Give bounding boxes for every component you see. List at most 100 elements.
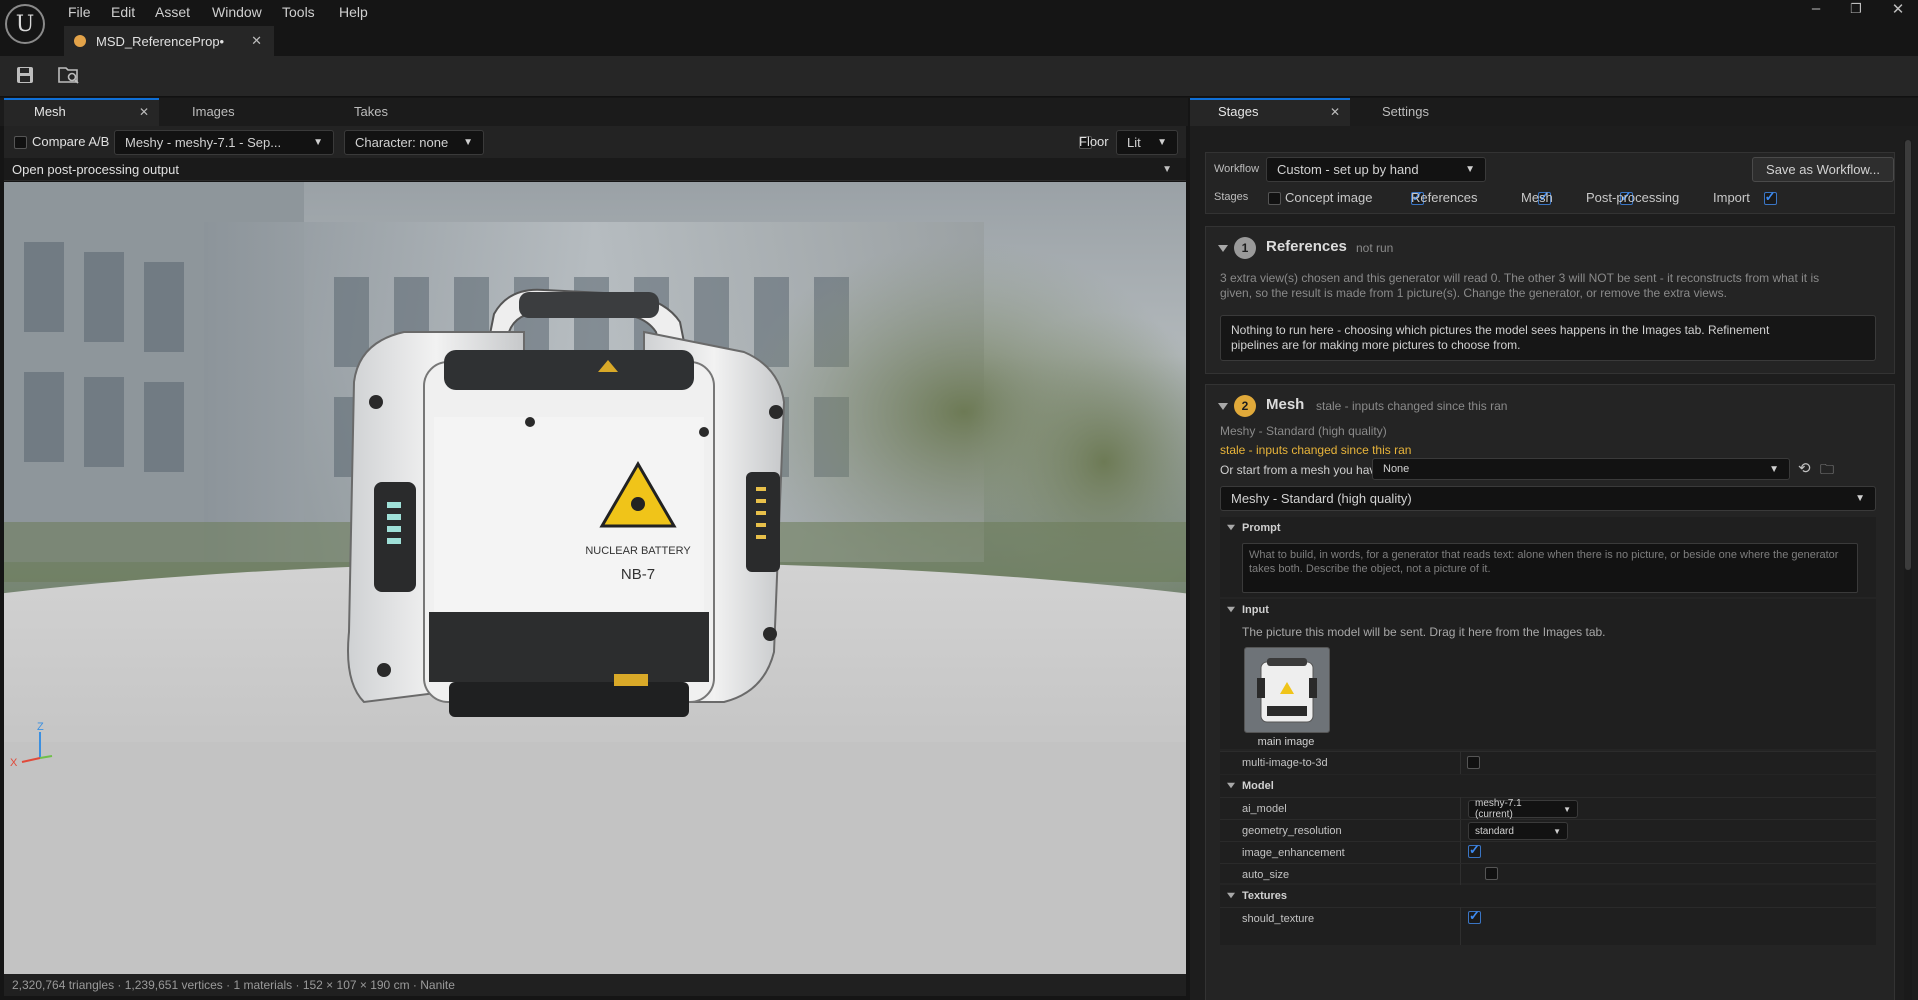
- menu-tools[interactable]: Tools: [276, 2, 321, 22]
- character-dropdown[interactable]: Character: none ▼: [344, 130, 484, 155]
- compare-label: Compare A/B: [32, 134, 110, 149]
- document-tab-label: MSD_ReferenceProp•: [96, 33, 225, 49]
- tab-settings[interactable]: Settings: [1368, 98, 1443, 126]
- document-tab[interactable]: MSD_ReferenceProp• ✕: [64, 26, 274, 56]
- lit-dropdown-value: Lit: [1127, 135, 1141, 150]
- stage-number-badge: 1: [1234, 237, 1256, 259]
- column-divider: [1460, 907, 1461, 945]
- collapse-triangle-icon[interactable]: [1227, 782, 1235, 789]
- references-note-line: Nothing to run here - choosing which pic…: [1231, 323, 1770, 337]
- multi-image-row: multi-image-to-3d: [1220, 751, 1876, 774]
- references-status: not run: [1356, 241, 1394, 255]
- tab-stages[interactable]: Stages ✕: [1190, 98, 1350, 126]
- input-header: Input: [1242, 604, 1269, 616]
- axis-x-label: X: [10, 757, 18, 769]
- geometry-resolution-value: standard: [1475, 825, 1514, 837]
- image-enhancement-label: image_enhancement: [1242, 847, 1345, 859]
- viewport-options-bar: Compare A/B Meshy - meshy-7.1 - Sep... ▼…: [4, 126, 1186, 158]
- input-group: Input The picture this model will be sen…: [1220, 599, 1876, 749]
- browse-asset-icon[interactable]: [58, 64, 80, 86]
- chevron-down-icon: ▼: [1162, 163, 1172, 175]
- menu-asset[interactable]: Asset: [149, 2, 196, 22]
- references-note: Nothing to run here - choosing which pic…: [1220, 315, 1876, 361]
- collapse-triangle-icon[interactable]: [1218, 245, 1228, 252]
- workflow-section: Workflow Custom - set up by hand ▼ Save …: [1205, 152, 1895, 214]
- mesh-generator-dropdown[interactable]: Meshy - Standard (high quality) ▼: [1220, 486, 1876, 511]
- geometry-resolution-label: geometry_resolution: [1242, 825, 1342, 837]
- 3d-viewport[interactable]: NUCLEAR BATTERY NB-7 Z X: [4, 182, 1186, 974]
- collapse-triangle-icon[interactable]: [1227, 524, 1235, 531]
- auto-size-checkbox[interactable]: [1484, 867, 1498, 880]
- start-mesh-dropdown[interactable]: None ▼: [1372, 458, 1790, 480]
- ai-model-value: meshy-7.1 (current): [1475, 798, 1522, 820]
- post-processing-output-bar[interactable]: Open post-processing output ▼: [4, 158, 1186, 181]
- should-texture-checkbox[interactable]: [1468, 908, 1481, 924]
- viewport-scene: NUCLEAR BATTERY NB-7 Z X: [4, 182, 1186, 974]
- close-tab-icon[interactable]: ✕: [1330, 100, 1340, 124]
- main-image-thumbnail[interactable]: [1244, 647, 1330, 733]
- character-dropdown-value: Character: none: [355, 135, 449, 150]
- multi-image-checkbox[interactable]: [1467, 756, 1480, 769]
- tab-takes[interactable]: Takes: [340, 98, 402, 126]
- mesh-stage: 2 Mesh stale - inputs changed since this…: [1205, 384, 1895, 1000]
- menu-window[interactable]: Window: [206, 2, 268, 22]
- tab-stages-label: Stages: [1218, 104, 1259, 119]
- references-stage: 1 References not run 3 extra view(s) cho…: [1205, 226, 1895, 374]
- image-enhancement-checkbox[interactable]: [1468, 842, 1481, 858]
- unreal-logo-icon[interactable]: U: [5, 4, 45, 44]
- menu-edit[interactable]: Edit: [105, 2, 141, 22]
- save-icon[interactable]: [14, 64, 36, 86]
- browse-mesh-icon[interactable]: 🗀: [1820, 459, 1834, 483]
- row-divider: [1220, 841, 1876, 842]
- prompt-group: Prompt What to build, in words, for a ge…: [1220, 517, 1876, 597]
- thumbnail-image: [1245, 648, 1329, 732]
- close-tab-icon[interactable]: ✕: [139, 100, 149, 124]
- mesh-title: Mesh: [1266, 396, 1305, 413]
- lit-dropdown[interactable]: Lit ▼: [1116, 130, 1178, 155]
- import-label: Import: [1713, 190, 1750, 205]
- model-dropdown[interactable]: Meshy - meshy-7.1 - Sep... ▼: [114, 130, 334, 155]
- ai-model-dropdown[interactable]: meshy-7.1 (current) ▼: [1468, 798, 1578, 820]
- mesh-label: Mesh: [1521, 190, 1553, 205]
- menu-file[interactable]: File: [62, 2, 97, 22]
- auto-size-label: auto_size: [1242, 869, 1290, 881]
- chevron-down-icon: ▼: [1553, 826, 1561, 836]
- collapse-triangle-icon[interactable]: [1227, 892, 1235, 899]
- toolbar: [0, 56, 1918, 97]
- collapse-triangle-icon[interactable]: [1218, 403, 1228, 410]
- collapse-triangle-icon[interactable]: [1227, 606, 1235, 613]
- tab-mesh[interactable]: Mesh ✕: [4, 98, 159, 126]
- textures-header: Textures: [1242, 890, 1288, 902]
- textures-group: Textures should_texture: [1220, 885, 1876, 945]
- close-tab-icon[interactable]: ✕: [251, 33, 262, 49]
- prop-code-text: NB-7: [621, 566, 655, 583]
- references-label: References: [1411, 190, 1478, 205]
- compare-checkbox[interactable]: [14, 136, 27, 149]
- viewport-tab-bar: Mesh ✕ Images Takes: [0, 98, 1188, 126]
- stage-number-badge: 2: [1234, 395, 1256, 417]
- column-divider: [1460, 752, 1461, 774]
- restore-icon[interactable]: ❐: [1836, 1, 1876, 17]
- model-dropdown-value: Meshy - meshy-7.1 - Sep...: [125, 135, 282, 150]
- menu-help[interactable]: Help: [333, 2, 374, 22]
- save-as-workflow-button[interactable]: Save as Workflow...: [1752, 157, 1894, 182]
- scrollbar-track[interactable]: [1904, 140, 1912, 1000]
- post-processing-label: Post-processing: [1586, 190, 1680, 205]
- tab-images[interactable]: Images: [178, 98, 249, 126]
- stages-panel: Workflow Custom - set up by hand ▼ Save …: [1190, 126, 1918, 1000]
- scrollbar-thumb[interactable]: [1905, 140, 1911, 570]
- geometry-resolution-dropdown[interactable]: standard ▼: [1468, 822, 1568, 840]
- import-checkbox[interactable]: [1763, 189, 1777, 205]
- references-title: References: [1266, 238, 1347, 255]
- mesh-generator-dropdown-value: Meshy - Standard (high quality): [1231, 491, 1412, 506]
- close-window-icon[interactable]: ✕: [1878, 0, 1918, 18]
- minimize-icon[interactable]: –: [1796, 0, 1836, 17]
- reset-icon[interactable]: ⟲: [1798, 459, 1811, 477]
- prompt-textarea[interactable]: What to build, in words, for a generator…: [1242, 543, 1858, 593]
- mesh-stats-status-bar: 2,320,764 triangles · 1,239,651 vertices…: [4, 974, 1186, 996]
- prop-label-text: NUCLEAR BATTERY: [585, 545, 691, 557]
- concept-image-label: Concept image: [1285, 190, 1373, 205]
- model-header: Model: [1242, 780, 1274, 792]
- concept-image-checkbox[interactable]: [1268, 192, 1281, 205]
- workflow-dropdown[interactable]: Custom - set up by hand ▼: [1266, 157, 1486, 182]
